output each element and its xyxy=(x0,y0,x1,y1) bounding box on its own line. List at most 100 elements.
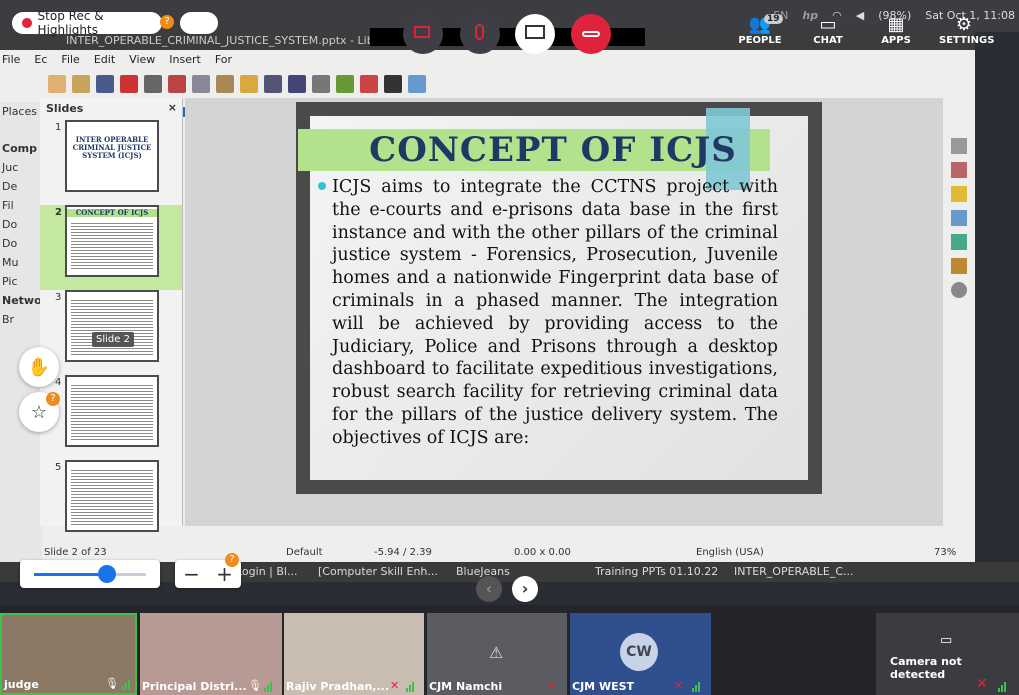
table-icon[interactable] xyxy=(312,75,330,93)
hand-icon: ✋ xyxy=(27,356,51,378)
monitor-icon xyxy=(525,25,545,39)
participant-tile[interactable]: judge 🎙 xyxy=(0,613,137,695)
people-button[interactable]: 👥 PEOPLE 19 xyxy=(735,14,785,46)
mic-icon: 🎙 xyxy=(105,677,119,690)
chat-button[interactable]: ▭ CHAT xyxy=(803,14,853,46)
menu-view[interactable]: View xyxy=(127,53,157,66)
place-item[interactable]: Br xyxy=(0,310,42,329)
undo-icon[interactable] xyxy=(240,75,258,93)
slide-number: 3 xyxy=(55,292,62,303)
gallery-icon[interactable] xyxy=(951,258,967,274)
open-icon[interactable] xyxy=(72,75,90,93)
menu-ec[interactable]: Ec xyxy=(32,53,49,66)
signal-icon xyxy=(406,682,414,692)
participant-name: judge xyxy=(4,678,39,691)
chart-icon[interactable] xyxy=(360,75,378,93)
stop-recording-button[interactable]: Stop Rec & Highlights xyxy=(12,9,162,37)
settings-button[interactable]: ⚙ SETTINGS xyxy=(939,14,994,46)
prev-page-button[interactable]: ‹ xyxy=(476,576,502,602)
slide-editor[interactable]: CONCEPT OF ICJS ICJS aims to integrate t… xyxy=(185,98,943,526)
chat-label: CHAT xyxy=(813,35,843,46)
place-item[interactable]: Do xyxy=(0,215,42,234)
participant-tile[interactable]: Principal Distri... 🎙 xyxy=(140,613,282,695)
self-view-tile[interactable]: ▭ Camera not detected ✕ xyxy=(876,613,1019,695)
menu-format[interactable]: For xyxy=(213,53,234,66)
place-item[interactable]: Fil xyxy=(0,196,42,215)
zoom-thumb[interactable] xyxy=(98,565,116,583)
zoom-slider[interactable] xyxy=(20,560,160,588)
help-badge: ? xyxy=(160,15,174,29)
pdf-icon[interactable] xyxy=(120,75,138,93)
warning-icon: ⚠ xyxy=(489,643,504,662)
participant-name: Rajiv Pradhan,... xyxy=(286,680,390,693)
language[interactable]: English (USA) xyxy=(696,547,934,558)
slide-thumb-1[interactable]: 1 INTER OPERABLE CRIMINAL JUSTICE SYSTEM… xyxy=(40,120,182,205)
slide-thumb-title: INTER OPERABLE CRIMINAL JUSTICE SYSTEM (… xyxy=(72,135,152,160)
slide-body-text[interactable]: ICJS aims to integrate the CCTNS project… xyxy=(332,176,778,450)
apps-label: APPS xyxy=(881,35,911,46)
star-icon: ☆ xyxy=(30,401,48,423)
navigator-icon[interactable] xyxy=(951,282,967,298)
close-icon[interactable]: × xyxy=(168,101,177,114)
place-item[interactable]: Pic xyxy=(0,272,42,291)
place-item[interactable]: Do xyxy=(0,234,42,253)
place-item[interactable]: De xyxy=(0,177,42,196)
textbox-icon[interactable] xyxy=(384,75,402,93)
image-icon[interactable] xyxy=(336,75,354,93)
mute-button[interactable] xyxy=(460,14,500,54)
computer-label: Comp xyxy=(2,142,37,155)
properties-icon[interactable] xyxy=(951,138,967,154)
mic-muted-icon: ✕ xyxy=(390,679,400,692)
slide-count: Slide 2 of 23 xyxy=(44,546,107,558)
taskbar-item[interactable]: Training PPTs 01.10.22 xyxy=(595,565,718,578)
animation-icon[interactable] xyxy=(951,186,967,202)
save-icon[interactable] xyxy=(96,75,114,93)
raise-hand-button[interactable]: ✋ xyxy=(19,347,59,387)
taskbar-item[interactable]: [Computer Skill Enh... xyxy=(318,565,438,578)
styles-icon[interactable] xyxy=(951,234,967,250)
apps-button[interactable]: ▦ APPS xyxy=(871,14,921,46)
screen-share-button[interactable] xyxy=(515,14,555,54)
slide-canvas[interactable]: CONCEPT OF ICJS ICJS aims to integrate t… xyxy=(296,102,822,494)
spellcheck-icon[interactable] xyxy=(288,75,306,93)
video-toggle-button[interactable] xyxy=(403,14,443,54)
taskbar-item[interactable]: INTER_OPERABLE_C... xyxy=(734,565,854,578)
slide-thumb-2[interactable]: 2 CONCEPT OF ICJS xyxy=(40,205,182,290)
menu-file[interactable]: File xyxy=(0,53,22,66)
slide-number: 1 xyxy=(55,122,62,133)
zoom-out-button[interactable]: − xyxy=(183,562,200,586)
zoom-level[interactable]: 73% xyxy=(934,547,956,558)
slide-thumb-5[interactable]: 5 xyxy=(40,460,182,545)
leave-call-button[interactable] xyxy=(571,14,611,54)
slide-thumb-4[interactable]: 4 xyxy=(40,375,182,460)
share-toggle-button[interactable] xyxy=(180,12,218,34)
find-icon[interactable] xyxy=(264,75,282,93)
menu-file-2[interactable]: File xyxy=(59,53,81,66)
next-page-button[interactable]: › xyxy=(512,576,538,602)
mic-muted-icon: ✕ xyxy=(976,676,988,692)
master-slides-icon[interactable] xyxy=(951,210,967,226)
slide-title[interactable]: CONCEPT OF ICJS xyxy=(310,130,796,170)
display-grid-icon[interactable] xyxy=(408,75,426,93)
slide-tooltip: Slide 2 xyxy=(92,332,134,347)
sidebar-deck xyxy=(943,98,975,526)
volume-icon[interactable]: ◀ xyxy=(856,9,864,22)
place-item[interactable]: Mu xyxy=(0,253,42,272)
place-item[interactable]: Juc xyxy=(0,158,42,177)
paste-icon[interactable] xyxy=(216,75,234,93)
participant-tile[interactable]: Rajiv Pradhan,... ✕ xyxy=(284,613,424,695)
copy-icon[interactable] xyxy=(192,75,210,93)
participant-name: CJM Namchi xyxy=(429,680,503,693)
cut-icon[interactable] xyxy=(168,75,186,93)
slides-pane-title: Slides xyxy=(46,102,84,115)
print-icon[interactable] xyxy=(144,75,162,93)
menu-edit[interactable]: Edit xyxy=(92,53,117,66)
help-badge: ? xyxy=(225,553,239,567)
apps-icon: ▦ xyxy=(887,14,905,35)
menu-insert[interactable]: Insert xyxy=(167,53,203,66)
slide-transition-icon[interactable] xyxy=(951,162,967,178)
taskbar-item[interactable]: Login | Bl... xyxy=(236,565,297,578)
new-icon[interactable] xyxy=(48,75,66,93)
participant-tile[interactable]: ⚠ CJM Namchi ✕ xyxy=(427,613,567,695)
participant-tile[interactable]: CW CJM WEST ✕ xyxy=(570,613,711,695)
